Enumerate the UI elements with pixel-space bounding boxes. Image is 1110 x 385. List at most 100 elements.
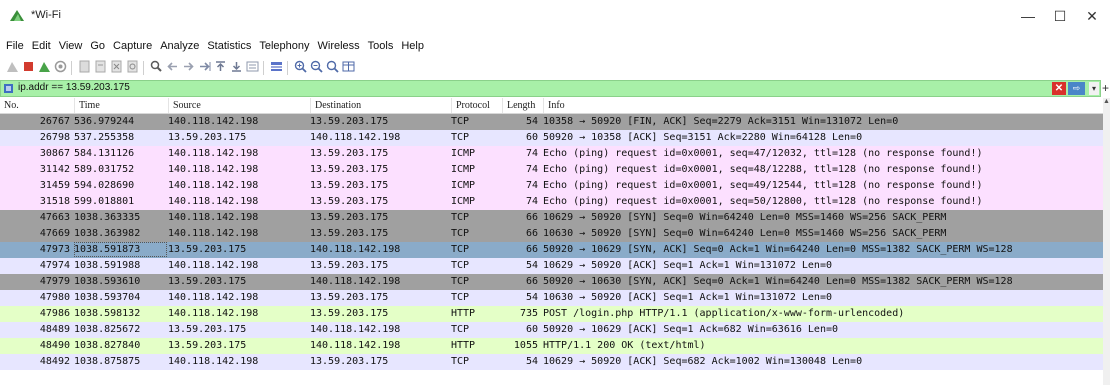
scroll-up-arrow-icon[interactable]: ▲: [1103, 98, 1110, 106]
go-to-packet-icon[interactable]: [198, 60, 211, 73]
menu-tools[interactable]: Tools: [364, 36, 398, 56]
packet-destination: 13.59.203.175: [310, 196, 389, 207]
menu-wireless[interactable]: Wireless: [314, 36, 364, 56]
column-header-info[interactable]: Info: [543, 98, 1103, 113]
packet-number: 47980: [39, 292, 70, 303]
packet-length: 54: [525, 356, 538, 367]
packet-source: 13.59.203.175: [168, 244, 247, 255]
column-header-no[interactable]: No.: [0, 98, 74, 113]
clear-filter-button[interactable]: ✕: [1052, 82, 1066, 95]
packet-time: 584.131126: [74, 148, 135, 159]
table-row[interactable]: 31142 589.031752 140.118.142.198 13.59.203.…: [0, 162, 1103, 178]
go-back-icon[interactable]: [166, 60, 179, 73]
go-forward-icon[interactable]: [182, 60, 195, 73]
table-row[interactable]: 26798 537.255358 13.59.203.175 140.118.142.…: [0, 130, 1103, 146]
packet-length: 54: [525, 260, 538, 271]
packet-source: 140.118.142.198: [168, 180, 259, 191]
open-file-icon[interactable]: [78, 60, 91, 73]
table-row[interactable]: 47979 1038.593610 13.59.203.175 140.118.142…: [0, 274, 1103, 290]
packet-destination: 13.59.203.175: [310, 164, 389, 175]
apply-filter-button[interactable]: ⇨: [1068, 82, 1085, 95]
packet-length: 60: [525, 132, 538, 143]
packet-info: 10630 → 50920 [SYN] Seq=0 Win=64240 Len=…: [543, 228, 947, 239]
table-row[interactable]: 48489 1038.825672 13.59.203.175 140.118.142…: [0, 322, 1103, 338]
packet-source: 13.59.203.175: [168, 276, 247, 287]
zoom-in-icon[interactable]: [294, 60, 307, 73]
table-row[interactable]: 47663 1038.363335 140.118.142.198 13.59.203…: [0, 210, 1103, 226]
packet-protocol: TCP: [451, 228, 470, 239]
packet-source: 140.118.142.198: [168, 212, 259, 223]
table-row[interactable]: 47980 1038.593704 140.118.142.198 13.59.203…: [0, 290, 1103, 306]
autoscroll-icon[interactable]: [246, 60, 259, 73]
column-header-time[interactable]: Time: [74, 98, 168, 113]
table-row[interactable]: 47986 1038.598132 140.118.142.198 13.59.203…: [0, 306, 1103, 322]
table-row[interactable]: 48492 1038.875875 140.118.142.198 13.59.203…: [0, 354, 1103, 370]
table-row[interactable]: 47973 1038.591873 13.59.203.175 140.118.142…: [0, 242, 1103, 258]
packet-length: 735: [519, 308, 538, 319]
packet-source: 13.59.203.175: [168, 340, 247, 351]
packet-length: 74: [525, 196, 538, 207]
go-first-icon[interactable]: [214, 60, 227, 73]
add-filter-button[interactable]: +: [1102, 80, 1109, 96]
packet-protocol: ICMP: [451, 196, 476, 207]
packet-source: 140.118.142.198: [168, 148, 259, 159]
table-row[interactable]: 48490 1038.827840 13.59.203.175 140.118.142…: [0, 338, 1103, 354]
packet-time: 1038.593610: [74, 276, 141, 287]
packet-source: 140.118.142.198: [168, 356, 259, 367]
close-button[interactable]: ✕: [1080, 6, 1104, 26]
maximize-button[interactable]: ☐: [1048, 6, 1072, 26]
menu-analyze[interactable]: Analyze: [156, 36, 203, 56]
packet-destination: 13.59.203.175: [310, 260, 389, 271]
filter-history-dropdown[interactable]: ▾: [1089, 82, 1099, 95]
menu-view[interactable]: View: [55, 36, 87, 56]
menu-edit[interactable]: Edit: [28, 36, 55, 56]
table-row[interactable]: 31459 594.028690 140.118.142.198 13.59.203.…: [0, 178, 1103, 194]
reload-icon[interactable]: [126, 60, 139, 73]
minimize-button[interactable]: —: [1016, 6, 1040, 26]
shark-fin-start-icon[interactable]: [6, 60, 19, 73]
packet-info: 10629 → 50920 [ACK] Seq=1 Ack=1 Win=1310…: [543, 260, 832, 271]
normal-size-icon[interactable]: [326, 60, 339, 73]
packet-length: 54: [525, 116, 538, 127]
menu-statistics[interactable]: Statistics: [203, 36, 255, 56]
packet-destination: 140.118.142.198: [310, 276, 401, 287]
packet-list[interactable]: No. Time Source Destination Protocol Length In…: [0, 98, 1103, 385]
table-row[interactable]: 47974 1038.591988 140.118.142.198 13.59.203…: [0, 258, 1103, 274]
column-header-source[interactable]: Source: [168, 98, 310, 113]
packet-destination: 13.59.203.175: [310, 212, 389, 223]
main-toolbar: [0, 58, 1110, 78]
packet-info: HTTP/1.1 200 OK (text/html): [543, 340, 706, 351]
go-last-icon[interactable]: [230, 60, 243, 73]
menu-capture[interactable]: Capture: [109, 36, 156, 56]
packet-info: 50920 → 10629 [ACK] Seq=1 Ack=682 Win=63…: [543, 324, 839, 335]
packet-number: 48490: [39, 340, 70, 351]
table-row[interactable]: 26767 536.979244 140.118.142.198 13.59.203.…: [0, 114, 1103, 130]
capture-options-icon[interactable]: [54, 60, 67, 73]
bookmark-icon[interactable]: [3, 83, 14, 94]
table-row[interactable]: 30867 584.131126 140.118.142.198 13.59.203.…: [0, 146, 1103, 162]
menu-file[interactable]: File: [0, 36, 28, 56]
table-row[interactable]: 31518 599.018801 140.118.142.198 13.59.203.…: [0, 194, 1103, 210]
colorize-icon[interactable]: [270, 60, 283, 73]
packet-destination: 140.118.142.198: [310, 244, 401, 255]
menu-telephony[interactable]: Telephony: [255, 36, 313, 56]
restart-icon[interactable]: [38, 60, 51, 73]
packet-protocol: ICMP: [451, 180, 476, 191]
menu-help[interactable]: Help: [397, 36, 428, 56]
stop-icon[interactable]: [22, 60, 35, 73]
packet-time: 537.255358: [74, 132, 135, 143]
table-row[interactable]: 47669 1038.363982 140.118.142.198 13.59.203…: [0, 226, 1103, 242]
close-file-icon[interactable]: [110, 60, 123, 73]
resize-columns-icon[interactable]: [342, 60, 355, 73]
packet-length: 1055: [513, 340, 538, 351]
column-header-length[interactable]: Length: [502, 98, 543, 113]
menu-go[interactable]: Go: [86, 36, 109, 56]
display-filter-input[interactable]: ip.addr == 13.59.203.175: [18, 82, 130, 93]
column-header-destination[interactable]: Destination: [310, 98, 451, 113]
find-packet-icon[interactable]: [150, 60, 163, 73]
zoom-out-icon[interactable]: [310, 60, 323, 73]
save-file-icon[interactable]: [94, 60, 107, 73]
packet-protocol: TCP: [451, 116, 470, 127]
column-header-protocol[interactable]: Protocol: [451, 98, 502, 113]
vertical-scrollbar[interactable]: ▲: [1103, 98, 1110, 385]
